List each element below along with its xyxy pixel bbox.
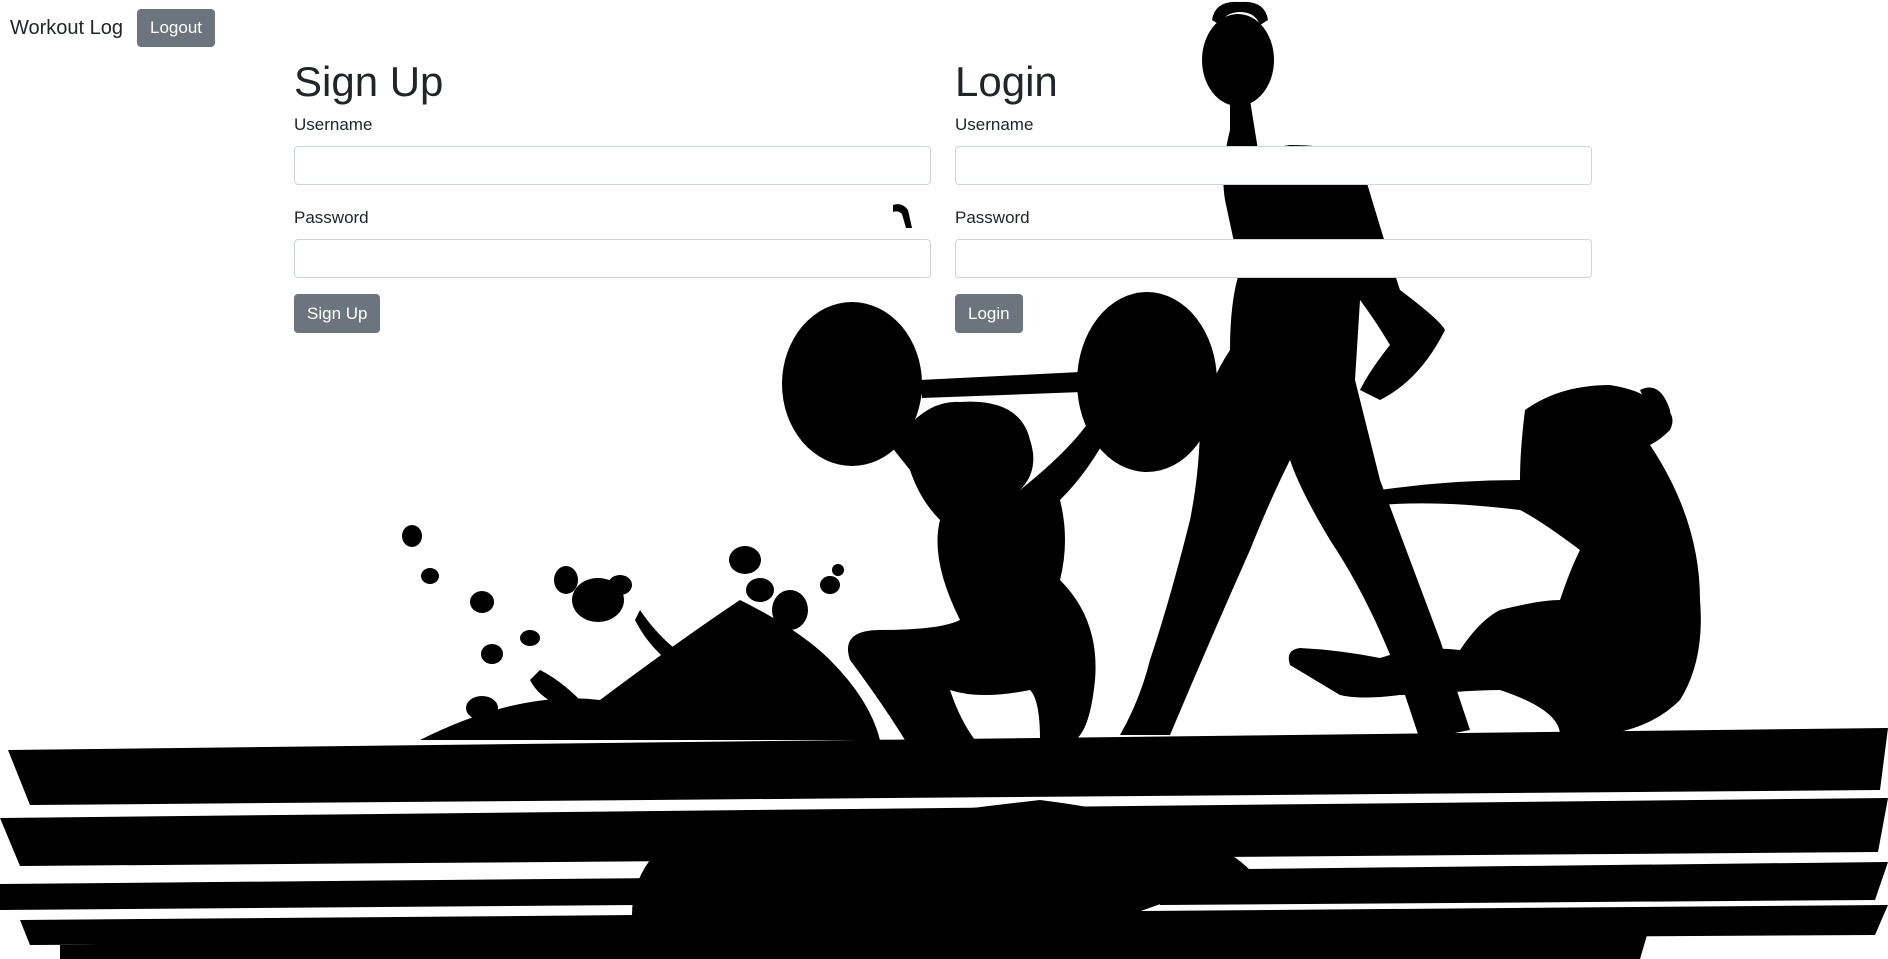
login-form: Login Username Password Login [955,56,1592,333]
page: Workout Log Logout Sign Up Username Pass… [0,0,1888,959]
signup-form: Sign Up Username Password Sign Up [294,56,931,333]
signup-username-input[interactable] [294,146,931,185]
ground-stripe-3 [0,878,660,910]
logout-button[interactable]: Logout [137,9,215,47]
signup-password-input[interactable] [294,239,931,278]
signup-submit-button[interactable]: Sign Up [294,294,381,333]
signup-username-label: Username [294,115,373,134]
navbar: Workout Log Logout [0,0,400,56]
ground-stripe-4 [1150,862,1888,905]
login-password-label: Password [955,208,1030,227]
login-username-label: Username [955,115,1034,134]
signup-title: Sign Up [294,58,444,105]
login-username-input[interactable] [955,146,1592,185]
auth-forms: Sign Up Username Password Sign Up Login … [294,56,1592,333]
splatter-mass [420,600,880,740]
signup-password-label: Password [294,208,369,227]
login-title: Login [955,58,1058,105]
brand-link[interactable]: Workout Log [10,16,123,40]
login-password-input[interactable] [955,239,1592,278]
login-submit-button[interactable]: Login [955,294,1023,333]
